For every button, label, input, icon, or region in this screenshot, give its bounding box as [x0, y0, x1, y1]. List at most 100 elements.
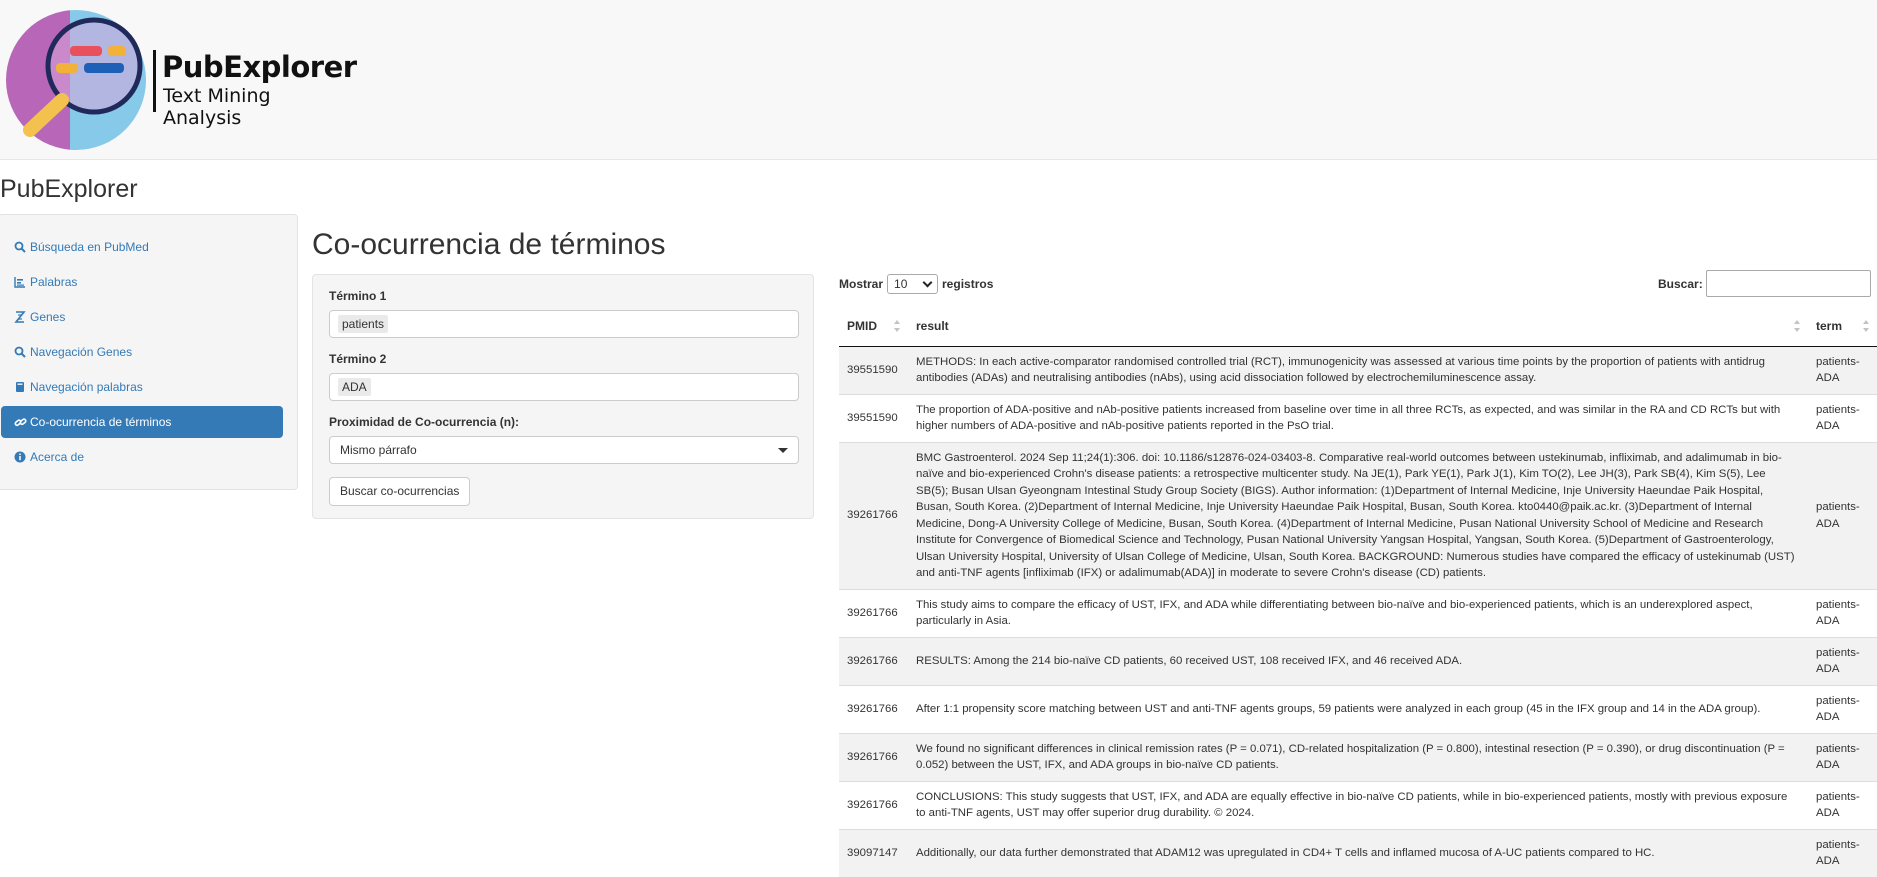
- cell-term: patients-ADA: [1808, 588, 1877, 637]
- caret-down-icon: [778, 447, 788, 453]
- table-row[interactable]: 39261766 This study aims to compare the e…: [839, 588, 1877, 637]
- dna-icon: [13, 310, 27, 324]
- column-header-pmid[interactable]: PMID: [839, 306, 908, 347]
- sidebar-item-label: Acerca de: [30, 450, 85, 464]
- cell-term: patients-ADA: [1808, 441, 1877, 589]
- info-icon: [13, 450, 27, 464]
- sidebar-item-label: Búsqueda en PubMed: [30, 240, 149, 254]
- cell-term: patients-ADA: [1808, 828, 1877, 877]
- sidebar-nav: Búsqueda en PubMed Palabras Genes Navega…: [0, 214, 298, 490]
- column-header-label: PMID: [847, 318, 877, 333]
- book-icon: [13, 380, 27, 394]
- link-icon: [13, 415, 27, 429]
- table-row[interactable]: 39261766 CONCLUSIONS: This study suggests…: [839, 780, 1877, 829]
- table-row[interactable]: 39261766 RESULTS: Among the 214 bio-naïve…: [839, 636, 1877, 685]
- table-controls: Mostrar 10 registros Buscar:: [839, 270, 1877, 306]
- length-suffix: registros: [942, 277, 994, 291]
- cell-pmid: 39097147: [839, 828, 908, 877]
- cell-pmid: 39261766: [839, 684, 908, 733]
- sidebar-item-label: Navegación Genes: [30, 345, 133, 359]
- sidebar-item-navegacion-genes[interactable]: Navegación Genes: [13, 336, 283, 368]
- sort-icon: [1794, 320, 1800, 332]
- table-row[interactable]: 39097147 Additionally, our data further d…: [839, 828, 1877, 877]
- cell-pmid: 39551590: [839, 393, 908, 442]
- logo-divider: [153, 50, 156, 112]
- term1-label: Término 1: [329, 289, 387, 303]
- search-icon: [13, 240, 27, 254]
- proximity-label: Proximidad de Co-ocurrencia (n):: [329, 415, 520, 429]
- cell-result: Additionally, our data further demonstra…: [908, 828, 1808, 877]
- column-header-label: result: [916, 318, 949, 333]
- logo-tagline: Text Mining Analysis: [163, 85, 271, 129]
- length-select[interactable]: 10: [887, 274, 939, 294]
- cell-result: After 1:1 propensity score matching betw…: [908, 684, 1808, 733]
- cell-result: METHODS: In each active-comparator rando…: [908, 345, 1808, 394]
- proximity-select[interactable]: Mismo párrafo: [329, 436, 799, 464]
- sort-icon: [1863, 320, 1869, 332]
- term1-input[interactable]: patients: [329, 310, 799, 338]
- page-title: Co-ocurrencia de términos: [312, 228, 666, 261]
- cell-term: patients-ADA: [1808, 780, 1877, 829]
- sidebar-item-navegacion-palabras[interactable]: Navegación palabras: [13, 371, 283, 403]
- table-row[interactable]: 39261766 We found no significant differen…: [839, 732, 1877, 781]
- magnifier-logo-icon: [6, 10, 146, 150]
- cell-pmid: 39261766: [839, 588, 908, 637]
- cell-term: patients-ADA: [1808, 393, 1877, 442]
- cell-pmid: 39261766: [839, 780, 908, 829]
- search-label: Buscar:: [1658, 276, 1703, 291]
- table-row[interactable]: 39261766 After 1:1 propensity score match…: [839, 684, 1877, 733]
- table-body: 39551590 METHODS: In each active-comparat…: [839, 345, 1877, 877]
- sidebar-item-label: Palabras: [30, 275, 78, 289]
- logo-title: PubExplorer: [162, 50, 357, 84]
- table-search-input[interactable]: [1705, 270, 1871, 297]
- results-table: PMID result term 39551590 METHODS: In eac…: [839, 306, 1877, 877]
- cell-pmid: 39551590: [839, 345, 908, 394]
- sidebar-item-label: Genes: [30, 310, 66, 324]
- search-cooccurrences-button[interactable]: Buscar co-ocurrencias: [329, 477, 471, 506]
- cell-term: patients-ADA: [1808, 732, 1877, 781]
- column-header-term[interactable]: term: [1808, 306, 1877, 347]
- column-header-result[interactable]: result: [908, 306, 1808, 347]
- cell-pmid: 39261766: [839, 441, 908, 589]
- length-selected-value: 10: [894, 277, 908, 291]
- column-header-label: term: [1816, 318, 1843, 333]
- cooccurrence-form: Término 1 patients Término 2 ADA Proximi…: [312, 274, 814, 519]
- term1-value-chip[interactable]: patients: [338, 315, 389, 333]
- table-row[interactable]: 39261766 BMC Gastroenterol. 2024 Sep 11;2…: [839, 441, 1877, 589]
- sidebar-item-busqueda-pubmed[interactable]: Búsqueda en PubMed: [13, 231, 283, 263]
- sidebar-item-genes[interactable]: Genes: [13, 301, 283, 333]
- length-control: Mostrar 10 registros: [839, 274, 993, 294]
- cell-term: patients-ADA: [1808, 636, 1877, 685]
- length-prefix: Mostrar: [839, 277, 884, 291]
- cell-result: We found no significant differences in c…: [908, 732, 1808, 781]
- term2-value-chip[interactable]: ADA: [338, 378, 371, 396]
- results-table-wrapper: Mostrar 10 registros Buscar: PMID result…: [839, 270, 1877, 877]
- cell-term: patients-ADA: [1808, 684, 1877, 733]
- term2-label: Término 2: [329, 352, 387, 366]
- sidebar-item-label: Co-ocurrencia de términos: [30, 415, 172, 429]
- sidebar-item-palabras[interactable]: Palabras: [13, 266, 283, 298]
- table-row[interactable]: 39551590 METHODS: In each active-comparat…: [839, 345, 1877, 394]
- sidebar-item-label: Navegación palabras: [30, 380, 143, 394]
- table-row[interactable]: 39551590 The proportion of ADA-positive a…: [839, 393, 1877, 442]
- pubexplorer-logo[interactable]: PubExplorer Text Mining Analysis: [4, 8, 357, 153]
- table-search: Buscar:: [1658, 270, 1871, 297]
- header-banner: PubExplorer Text Mining Analysis: [0, 0, 1877, 160]
- bar-chart-icon: [13, 275, 27, 289]
- cell-pmid: 39261766: [839, 732, 908, 781]
- cell-result: The proportion of ADA-positive and nAb-p…: [908, 393, 1808, 442]
- cell-result: BMC Gastroenterol. 2024 Sep 11;24(1):306…: [908, 441, 1808, 589]
- sort-icon: [894, 320, 900, 332]
- term2-input[interactable]: ADA: [329, 373, 799, 401]
- cell-term: patients-ADA: [1808, 345, 1877, 394]
- table-header-row: PMID result term: [839, 306, 1877, 347]
- cell-result: This study aims to compare the efficacy …: [908, 588, 1808, 637]
- sidebar-item-co-ocurrencia[interactable]: Co-ocurrencia de términos: [1, 406, 283, 438]
- app-title: PubExplorer: [0, 175, 138, 203]
- cell-pmid: 39261766: [839, 636, 908, 685]
- cell-result: CONCLUSIONS: This study suggests that US…: [908, 780, 1808, 829]
- cell-result: RESULTS: Among the 214 bio-naïve CD pati…: [908, 636, 1808, 685]
- search-icon: [13, 345, 27, 359]
- chevron-down-icon: [922, 277, 933, 287]
- sidebar-item-acerca-de[interactable]: Acerca de: [13, 441, 283, 473]
